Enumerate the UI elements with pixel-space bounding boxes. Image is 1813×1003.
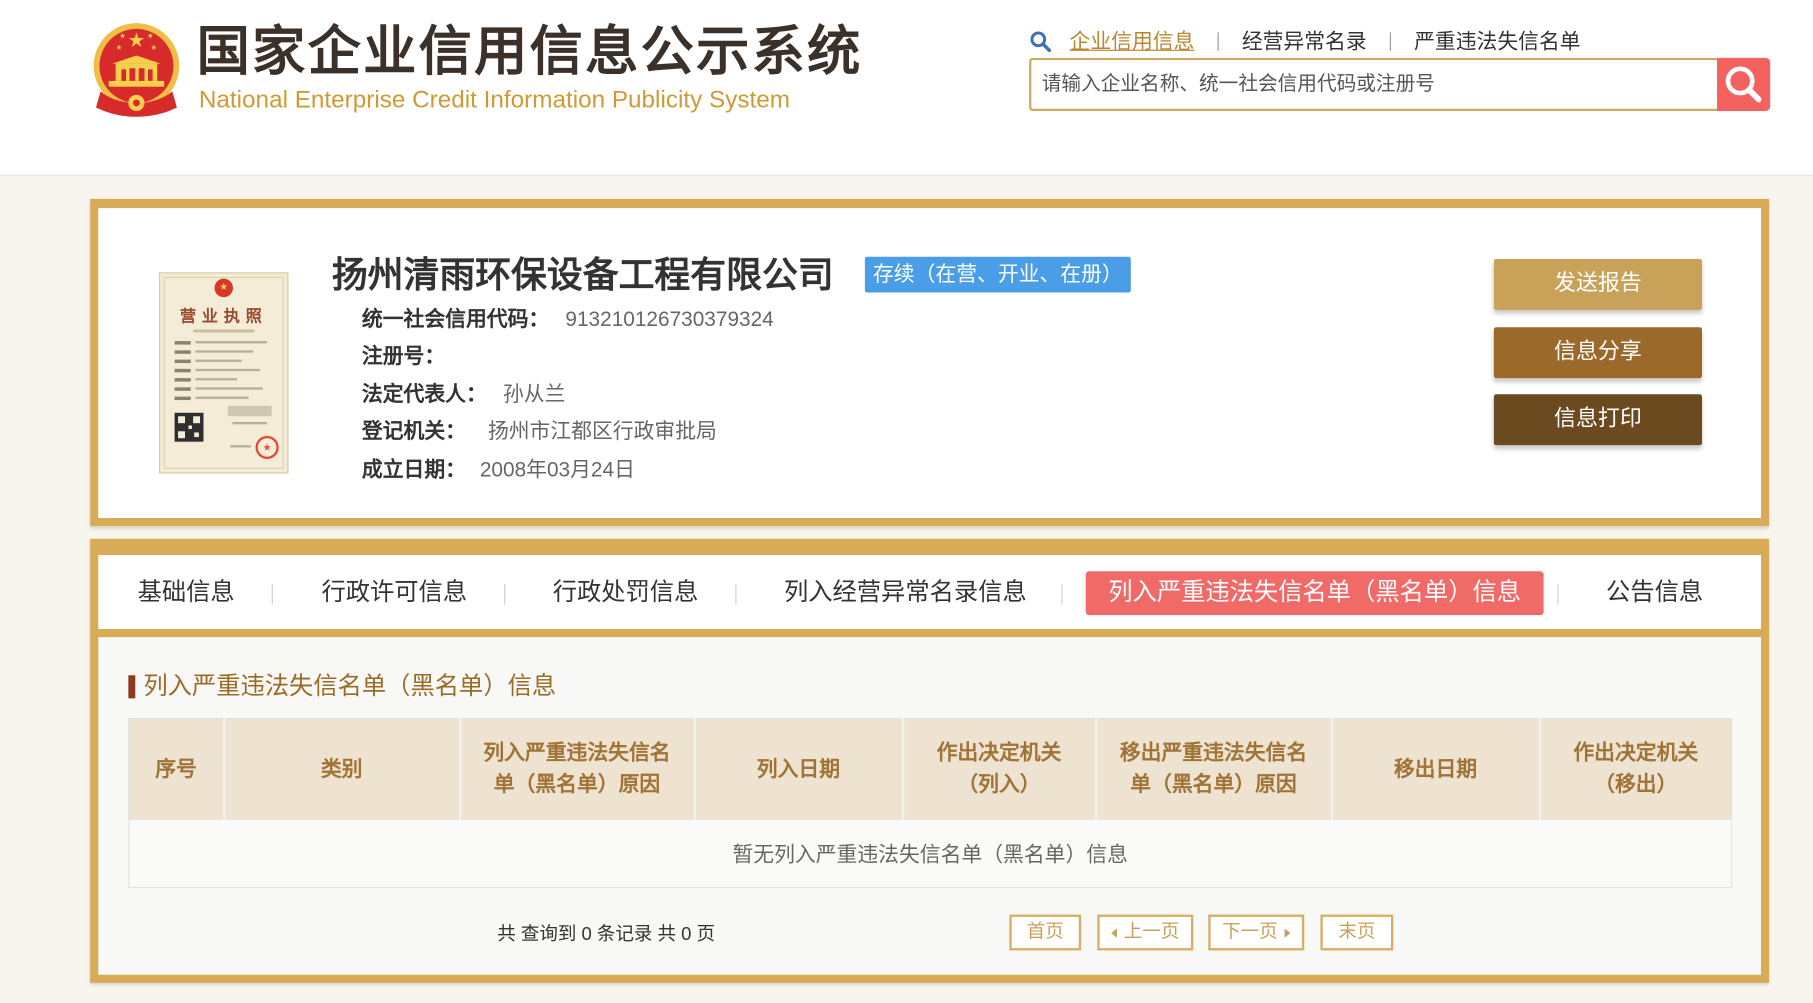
page: 国家企业信用信息公示系统 National Enterprise Credit … bbox=[0, 0, 1813, 1002]
print-info-button[interactable]: 信息打印 bbox=[1493, 394, 1702, 446]
column-header-text: 移出严重违法失信名 bbox=[1119, 741, 1308, 765]
field-credit-code: 统一社会信用代码： 913210126730379324 bbox=[362, 301, 774, 338]
last-page-button[interactable]: 末页 bbox=[1320, 914, 1394, 951]
column-header-index: 序号 bbox=[128, 718, 225, 820]
tab-administrative-penalty[interactable]: 行政处罚信息 bbox=[553, 571, 699, 615]
field-registration-authority: 登记机关： 扬州市江都区行政审批局 bbox=[362, 413, 774, 450]
search-button[interactable] bbox=[1717, 57, 1771, 111]
column-header-text: 类别 bbox=[320, 756, 363, 780]
field-legal-representative: 法定代表人： 孙从兰 bbox=[362, 376, 774, 413]
field-label: 统一社会信用代码： bbox=[361, 307, 550, 331]
national-emblem-icon[interactable] bbox=[91, 22, 181, 119]
tab-divider bbox=[1557, 583, 1559, 605]
field-value: 孙从兰 bbox=[502, 382, 566, 406]
site-header: 国家企业信用信息公示系统 National Enterprise Credit … bbox=[0, 0, 1813, 176]
tab-divider bbox=[735, 583, 737, 605]
tab-administrative-license[interactable]: 行政许可信息 bbox=[321, 571, 467, 615]
column-header-text: （移出） bbox=[1594, 772, 1678, 796]
search-icon bbox=[1030, 31, 1052, 53]
tab-content: 列入严重违法失信名单（黑名单）信息 序号 类别 列入严重违法失信名 单（黑名单）原… bbox=[98, 637, 1761, 975]
blacklist-table: 序号 类别 列入严重违法失信名 单（黑名单）原因 列入日期 作出决定机关 （列入） … bbox=[128, 718, 1733, 888]
last-page-label: 末页 bbox=[1338, 922, 1376, 943]
empty-table-message: 暂无列入严重违法失信名单（黑名单）信息 bbox=[128, 818, 1733, 888]
column-header-removal-authority: 作出决定机关 （移出） bbox=[1539, 718, 1732, 820]
next-page-label: 下一页 bbox=[1222, 922, 1278, 943]
company-name: 扬州清雨环保设备工程有限公司 bbox=[331, 254, 834, 295]
first-page-label: 首页 bbox=[1026, 922, 1064, 943]
pagination-summary: 共 查询到 0 条记录 共 0 页 bbox=[497, 925, 716, 945]
nav-link-abnormal-list[interactable]: 经营异常名录 bbox=[1242, 25, 1367, 57]
tab-divider bbox=[271, 583, 273, 605]
company-fields: 统一社会信用代码： 913210126730379324 注册号： 法定代表人： 孙… bbox=[362, 301, 774, 488]
field-value: 2008年03月24日 bbox=[479, 457, 635, 481]
tab-divider bbox=[504, 583, 506, 605]
triangle-left-icon bbox=[1111, 927, 1117, 938]
search-icon bbox=[1725, 66, 1762, 103]
table-row: 暂无列入严重违法失信名单（黑名单）信息 bbox=[128, 818, 1733, 888]
search-box bbox=[1029, 57, 1718, 111]
prev-page-button[interactable]: 上一页 bbox=[1097, 914, 1194, 951]
prev-page-label: 上一页 bbox=[1123, 922, 1180, 943]
column-header-text: 序号 bbox=[155, 756, 197, 780]
tab-divider bbox=[1061, 583, 1063, 605]
tab-blacklist[interactable]: 列入严重违法失信名单（黑名单）信息 bbox=[1085, 571, 1544, 616]
next-page-button[interactable]: 下一页 bbox=[1208, 914, 1305, 951]
section-title: 列入严重违法失信名单（黑名单）信息 bbox=[143, 672, 557, 700]
column-header-text: 列入严重违法失信名 bbox=[483, 741, 671, 765]
column-header-text: 移出日期 bbox=[1393, 756, 1478, 780]
nav-link-blacklist[interactable]: 严重违法失信名单 bbox=[1414, 25, 1581, 57]
column-header-text: 作出决定机关 bbox=[936, 741, 1062, 765]
triangle-right-icon bbox=[1284, 927, 1291, 938]
share-info-button[interactable]: 信息分享 bbox=[1493, 327, 1702, 379]
license-title: 营业执照 bbox=[180, 306, 268, 325]
column-header-text: 作出决定机关 bbox=[1573, 741, 1699, 765]
tab-announcements[interactable]: 公告信息 bbox=[1606, 571, 1703, 615]
column-header-text: 单（黑名单）原因 bbox=[1130, 772, 1297, 796]
column-header-removal-reason: 移出严重违法失信名 单（黑名单）原因 bbox=[1095, 718, 1333, 820]
column-header-text: 单（黑名单）原因 bbox=[493, 772, 661, 796]
field-label: 登记机关： bbox=[361, 419, 466, 444]
status-badge: 存续（在营、开业、在册） bbox=[864, 256, 1131, 293]
info-tabs-card: 基础信息 行政许可信息 行政处罚信息 列入经营异常名录信息 列入严重违法失信名单… bbox=[90, 538, 1770, 983]
tab-abnormal-operation[interactable]: 列入经营异常名录信息 bbox=[784, 571, 1027, 615]
business-license-image: 营业执照 bbox=[158, 272, 289, 474]
site-subtitle: National Enterprise Credit Information P… bbox=[198, 86, 790, 114]
field-label: 成立日期： bbox=[361, 457, 466, 481]
column-header-listing-date: 列入日期 bbox=[694, 718, 904, 820]
field-established-date: 成立日期： 2008年03月24日 bbox=[362, 450, 774, 487]
license-qr-code bbox=[174, 412, 204, 442]
tab-basic-info[interactable]: 基础信息 bbox=[138, 571, 235, 615]
column-header-text: 列入日期 bbox=[756, 756, 841, 780]
company-card: 营业执照 扬州清雨环保设备工程有限公司 存续（在营、开业、在册） 统一社会信用代… bbox=[90, 198, 1770, 527]
field-label: 法定代表人： bbox=[361, 382, 487, 406]
first-page-button[interactable]: 首页 bbox=[1009, 914, 1082, 951]
nav-divider bbox=[1389, 32, 1391, 51]
column-header-listing-authority: 作出决定机关 （列入） bbox=[902, 718, 1097, 820]
field-label: 注册号： bbox=[361, 345, 446, 369]
field-value: 扬州市江都区行政审批局 bbox=[487, 419, 717, 444]
nav-divider bbox=[1217, 32, 1219, 51]
column-header-text: （列入） bbox=[957, 772, 1041, 796]
site-title: 国家企业信用信息公示系统 bbox=[196, 20, 863, 81]
tab-bar: 基础信息 行政许可信息 行政处罚信息 列入经营异常名录信息 列入严重违法失信名单… bbox=[98, 555, 1761, 629]
search-input[interactable] bbox=[1031, 60, 1718, 109]
column-header-category: 类别 bbox=[223, 718, 461, 820]
column-header-removal-date: 移出日期 bbox=[1331, 718, 1541, 820]
field-value: 913210126730379324 bbox=[565, 307, 774, 331]
top-nav: 企业信用信息 经营异常名录 严重违法失信名单 bbox=[1029, 25, 1581, 57]
column-header-listing-reason: 列入严重违法失信名 单（黑名单）原因 bbox=[459, 718, 696, 820]
table-header-row: 序号 类别 列入严重违法失信名 单（黑名单）原因 列入日期 作出决定机关 （列入） … bbox=[128, 718, 1732, 820]
section-title-marker bbox=[128, 675, 136, 699]
nav-link-credit-info[interactable]: 企业信用信息 bbox=[1070, 25, 1195, 57]
field-registration-number: 注册号： bbox=[362, 338, 774, 375]
send-report-button[interactable]: 发送报告 bbox=[1493, 259, 1702, 310]
